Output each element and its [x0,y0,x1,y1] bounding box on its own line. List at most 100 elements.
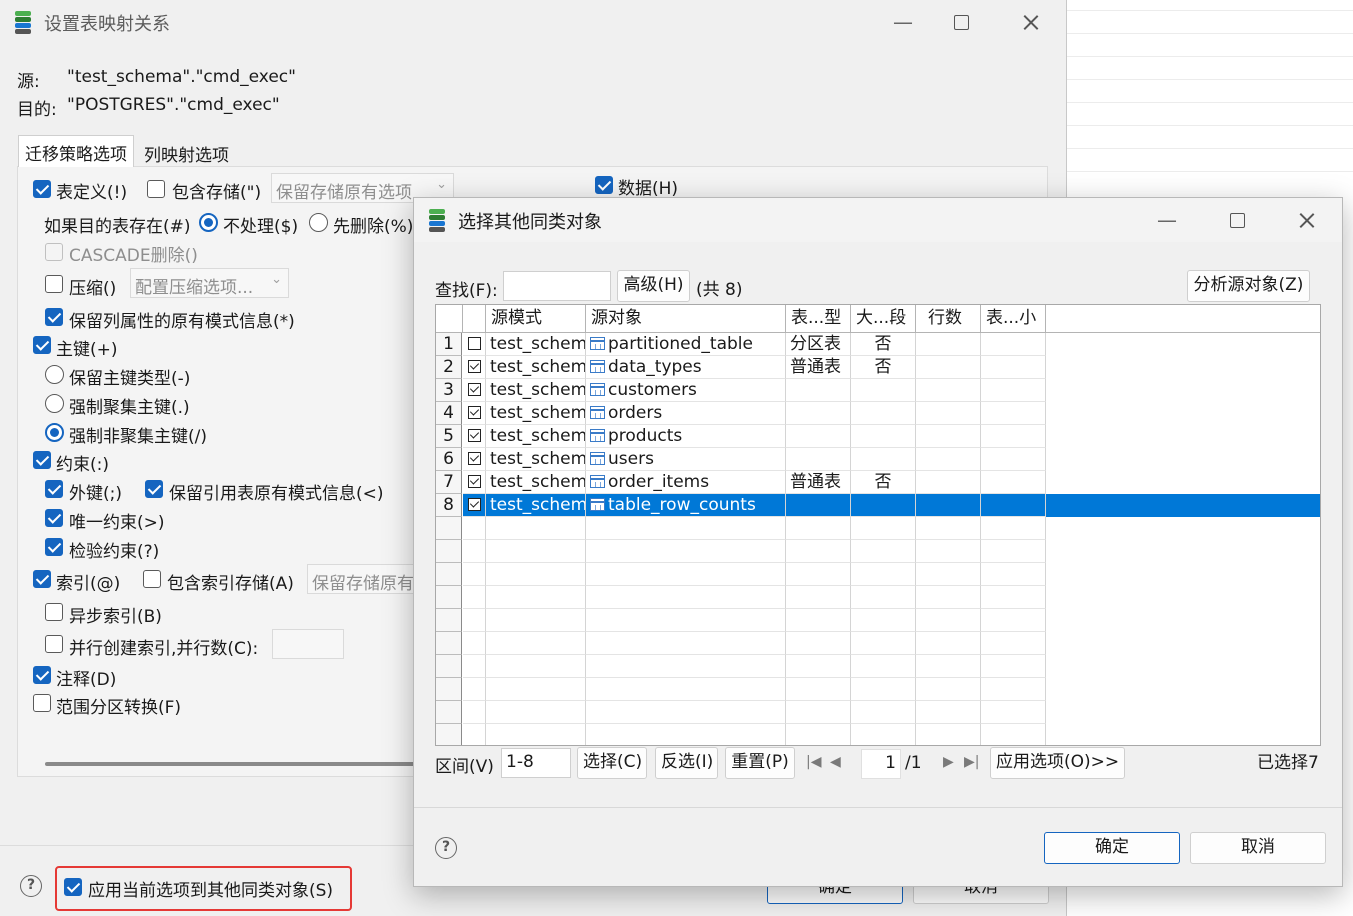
cell-large[interactable] [851,448,916,471]
cell-schema[interactable]: test_schem [486,448,586,471]
cell-schema[interactable]: test_schem [486,379,586,402]
cell-large[interactable] [851,379,916,402]
cell-large[interactable]: 否 [851,356,916,379]
index-checkbox[interactable] [33,570,51,588]
cell-size[interactable] [981,356,1046,379]
cell-type[interactable] [786,448,851,471]
cell-schema[interactable]: test_schem [486,471,586,494]
cell-type[interactable]: 普通表 [786,471,851,494]
row-number[interactable]: 7 [436,471,462,494]
cell-type[interactable] [786,425,851,448]
row-checkbox[interactable] [468,383,481,396]
cell-object[interactable]: orders [586,402,786,425]
tab-column-mapping[interactable]: 列映射选项 [138,137,235,169]
col-source-schema[interactable]: 源模式 [486,305,586,333]
col-row-count[interactable]: 行数 [916,305,981,333]
maximize-button[interactable] [1221,206,1251,234]
cell-object[interactable]: users [586,448,786,471]
drop-first-radio[interactable] [309,213,328,232]
apply-to-others-checkbox[interactable] [64,878,82,896]
cell-schema[interactable]: test_schem [486,356,586,379]
last-page-icon[interactable]: ▶| [964,754,979,770]
cell-size[interactable] [981,471,1046,494]
cell-type[interactable] [786,402,851,425]
cell-rows[interactable] [916,379,981,402]
cell-rows[interactable] [916,333,981,356]
horizontal-scrollbar[interactable] [45,762,425,766]
cell-object[interactable]: table_row_counts [586,494,786,517]
close-button[interactable] [1016,8,1046,36]
table-def-checkbox[interactable] [33,180,51,198]
row-checkbox-cell[interactable] [463,494,486,517]
cell-type[interactable]: 普通表 [786,356,851,379]
row-number[interactable]: 4 [436,402,462,425]
check-constraint-checkbox[interactable] [45,538,63,556]
row-number[interactable]: 8 [436,494,462,517]
row-number[interactable]: 3 [436,379,462,402]
cell-object[interactable]: products [586,425,786,448]
keep-col-schema-checkbox[interactable] [45,308,63,326]
row-checkbox[interactable] [468,337,481,350]
row-checkbox[interactable] [468,406,481,419]
reset-button[interactable]: 重置(P) [725,747,795,779]
row-checkbox-cell[interactable] [463,425,486,448]
help-icon[interactable]: ? [20,875,42,897]
advanced-button[interactable]: 高级(H) [617,270,690,302]
analyze-source-button[interactable]: 分析源对象(Z) [1187,270,1310,302]
invert-button[interactable]: 反选(I) [655,747,718,779]
row-checkbox-cell[interactable] [463,448,486,471]
row-checkbox-cell[interactable] [463,333,486,356]
async-index-checkbox[interactable] [45,603,63,621]
cell-schema[interactable]: test_schem [486,425,586,448]
row-checkbox[interactable] [468,429,481,442]
cell-large[interactable] [851,425,916,448]
cell-size[interactable] [981,402,1046,425]
dialog-cancel-button[interactable]: 取消 [1190,832,1326,864]
compress-dropdown[interactable]: 配置压缩选项... ⌄ [130,268,289,298]
compress-checkbox[interactable] [45,275,63,293]
col-large-field[interactable]: 大...段 [851,305,916,333]
maximize-button[interactable] [945,8,975,36]
close-button[interactable] [1292,206,1322,234]
row-checkbox-cell[interactable] [463,402,486,425]
cell-size[interactable] [981,333,1046,356]
cell-rows[interactable] [916,356,981,379]
constraints-checkbox[interactable] [33,451,51,469]
row-number[interactable]: 1 [436,333,462,356]
cell-size[interactable] [981,379,1046,402]
help-icon[interactable]: ? [435,837,457,859]
cell-large[interactable] [851,494,916,517]
cell-rows[interactable] [916,448,981,471]
unique-checkbox[interactable] [45,509,63,527]
cell-type[interactable] [786,379,851,402]
cell-schema[interactable]: test_schem [486,402,586,425]
cell-large[interactable] [851,402,916,425]
prev-page-icon[interactable]: ◀ [830,754,841,770]
row-number[interactable]: 6 [436,448,462,471]
range-input[interactable]: 1-8 [501,748,571,778]
force-nonclustered-radio[interactable] [45,423,64,442]
data-checkbox[interactable] [595,176,613,194]
dialog-ok-button[interactable]: 确定 [1044,832,1180,864]
row-number[interactable]: 5 [436,425,462,448]
foreign-key-checkbox[interactable] [45,480,63,498]
cell-rows[interactable] [916,425,981,448]
comment-checkbox[interactable] [33,666,51,684]
cell-type[interactable]: 分区表 [786,333,851,356]
primary-key-checkbox[interactable] [33,336,51,354]
cell-schema[interactable]: test_schem [486,494,586,517]
col-table-type[interactable]: 表...型 [786,305,851,333]
keep-pk-type-radio[interactable] [45,365,64,384]
cell-large[interactable]: 否 [851,471,916,494]
row-checkbox-cell[interactable] [463,471,486,494]
minimize-button[interactable]: — [1152,206,1182,234]
parallel-count-input[interactable] [272,629,344,659]
row-checkbox-cell[interactable] [463,356,486,379]
cell-rows[interactable] [916,494,981,517]
row-checkbox-cell[interactable] [463,379,486,402]
cell-rows[interactable] [916,471,981,494]
next-page-icon[interactable]: ▶ [943,754,954,770]
cell-size[interactable] [981,494,1046,517]
row-checkbox[interactable] [468,498,481,511]
no-action-radio[interactable] [199,213,218,232]
